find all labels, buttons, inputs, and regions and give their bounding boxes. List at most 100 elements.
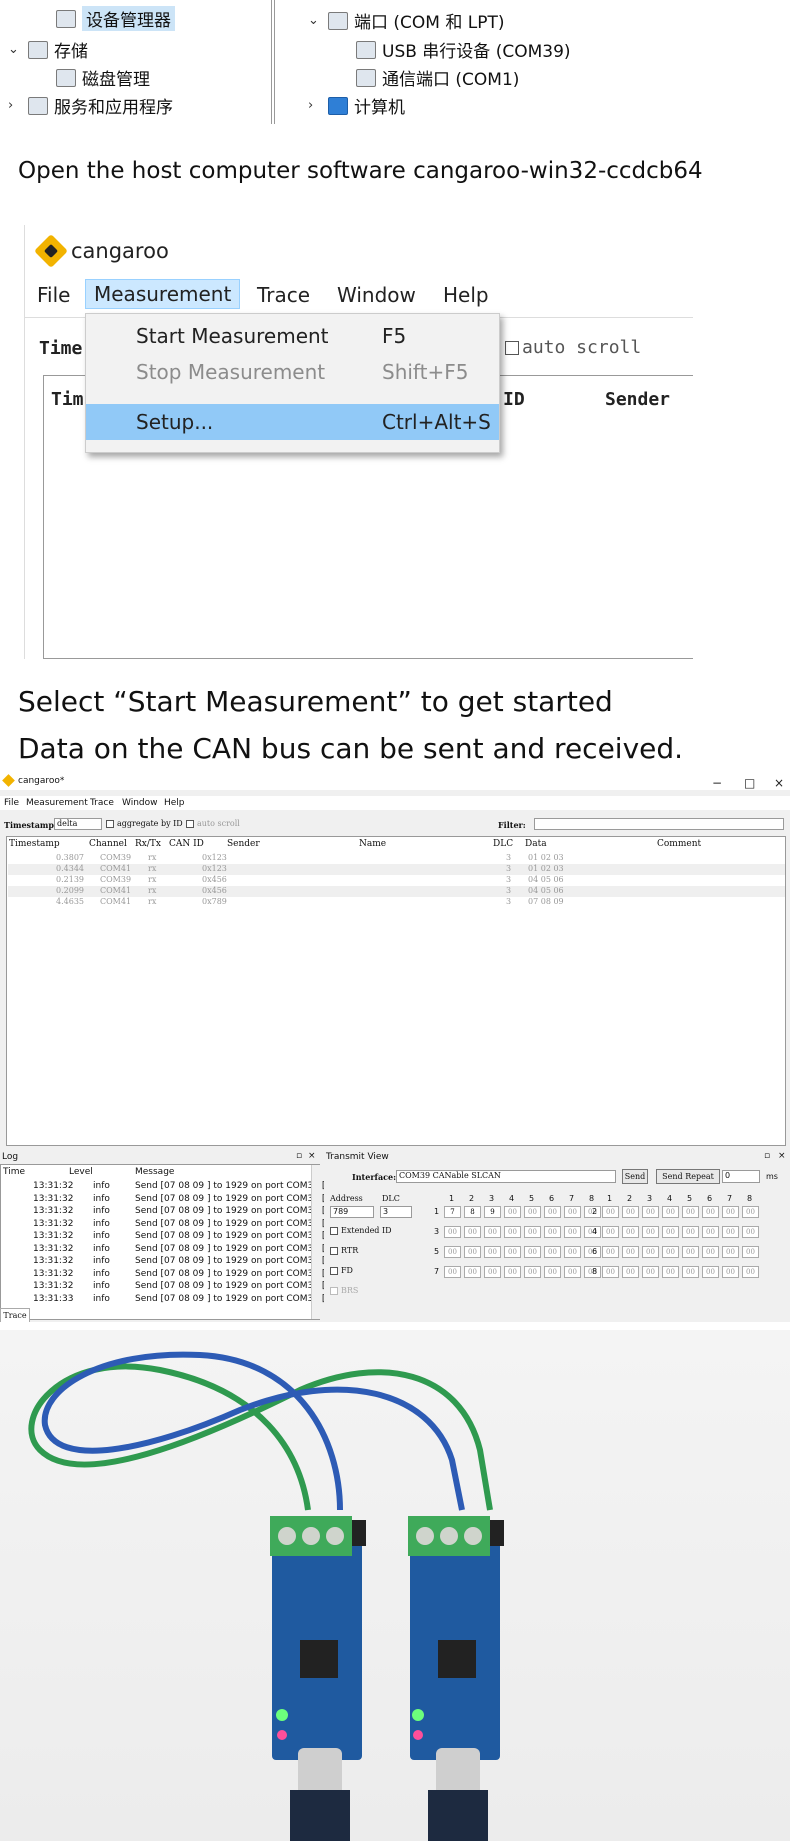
byte-cell[interactable]: 00 bbox=[662, 1266, 679, 1278]
byte-cell[interactable]: 00 bbox=[722, 1246, 739, 1258]
tree-item-com1[interactable]: 通信端口 (COM1) bbox=[356, 65, 519, 90]
chevron-right-icon[interactable]: › bbox=[308, 98, 322, 113]
timestamps-select[interactable]: delta bbox=[54, 818, 102, 830]
log-row[interactable]: 13:31:33 info Send [07 08 09 ] to 1929 on … bbox=[1, 1294, 334, 1307]
byte-cell[interactable]: 00 bbox=[484, 1266, 501, 1278]
table-row[interactable]: 0.4344 COM41 rx 0x123 3 01 02 03 bbox=[8, 864, 785, 875]
column-header[interactable]: DLC bbox=[493, 839, 513, 849]
byte-cell[interactable]: 00 bbox=[564, 1226, 581, 1238]
menu-window[interactable]: Window bbox=[337, 283, 416, 307]
close-icon[interactable]: × bbox=[778, 1151, 786, 1161]
byte-cell[interactable]: 9 bbox=[484, 1206, 501, 1218]
byte-cell[interactable]: 00 bbox=[682, 1226, 699, 1238]
address-input[interactable]: 789 bbox=[330, 1206, 374, 1218]
log-row[interactable]: 13:31:32 info Send [07 08 09 ] to 1929 on … bbox=[1, 1194, 334, 1207]
byte-cell[interactable]: 7 bbox=[444, 1206, 461, 1218]
close-icon[interactable]: × bbox=[774, 776, 784, 790]
byte-cell[interactable]: 00 bbox=[602, 1246, 619, 1258]
send-repeat-button[interactable]: Send Repeat bbox=[656, 1169, 720, 1184]
byte-cell[interactable]: 00 bbox=[444, 1226, 461, 1238]
menu-trace[interactable]: Trace bbox=[90, 798, 114, 808]
close-icon[interactable]: × bbox=[308, 1151, 316, 1161]
tab-trace[interactable]: Trace bbox=[0, 1308, 30, 1322]
dlc-select[interactable]: 3 bbox=[380, 1206, 412, 1218]
byte-cell[interactable]: 00 bbox=[722, 1226, 739, 1238]
column-header[interactable]: CAN ID bbox=[169, 839, 204, 849]
byte-cell[interactable]: 00 bbox=[524, 1266, 541, 1278]
log-row[interactable]: 13:31:32 info Send [07 08 09 ] to 1929 on … bbox=[1, 1206, 334, 1219]
chevron-down-icon[interactable]: ⌄ bbox=[308, 13, 322, 28]
byte-cell[interactable]: 00 bbox=[564, 1206, 581, 1218]
menu-trace[interactable]: Trace bbox=[257, 283, 310, 307]
checkbox-icon[interactable] bbox=[186, 820, 194, 828]
table-row[interactable]: 4.4635 COM41 rx 0x789 3 07 08 09 bbox=[8, 897, 785, 908]
column-header[interactable]: Channel bbox=[89, 839, 127, 849]
menu-help[interactable]: Help bbox=[443, 283, 489, 307]
byte-cell[interactable]: 00 bbox=[524, 1246, 541, 1258]
byte-cell[interactable]: 00 bbox=[602, 1226, 619, 1238]
interface-select[interactable]: COM39 CANable SLCAN bbox=[396, 1170, 616, 1183]
byte-cell[interactable]: 00 bbox=[642, 1266, 659, 1278]
byte-cell[interactable]: 00 bbox=[742, 1206, 759, 1218]
byte-cell[interactable]: 8 bbox=[464, 1206, 481, 1218]
log-row[interactable]: 13:31:32 info Send [07 08 09 ] to 1929 on … bbox=[1, 1244, 334, 1257]
byte-cell[interactable]: 00 bbox=[444, 1246, 461, 1258]
pane-divider[interactable] bbox=[271, 0, 275, 124]
table-row[interactable]: 0.3807 COM39 rx 0x123 3 01 02 03 bbox=[8, 853, 785, 864]
byte-cell[interactable]: 00 bbox=[702, 1246, 719, 1258]
byte-cell[interactable]: 00 bbox=[662, 1226, 679, 1238]
log-row[interactable]: 13:31:32 info Send [07 08 09 ] to 1929 on … bbox=[1, 1231, 334, 1244]
log-row[interactable]: 13:31:32 info Send [07 08 09 ] to 1929 on … bbox=[1, 1181, 334, 1194]
byte-cell[interactable]: 00 bbox=[702, 1206, 719, 1218]
filter-input[interactable] bbox=[534, 818, 784, 830]
checkbox-icon[interactable] bbox=[330, 1267, 338, 1275]
byte-cell[interactable]: 00 bbox=[602, 1206, 619, 1218]
byte-cell[interactable]: 00 bbox=[642, 1246, 659, 1258]
byte-cell[interactable]: 00 bbox=[662, 1206, 679, 1218]
byte-cell[interactable]: 00 bbox=[444, 1266, 461, 1278]
column-header[interactable]: Name bbox=[359, 839, 386, 849]
byte-cell[interactable]: 00 bbox=[504, 1266, 521, 1278]
byte-cell[interactable]: 00 bbox=[702, 1266, 719, 1278]
byte-cell[interactable]: 00 bbox=[464, 1266, 481, 1278]
minimize-icon[interactable]: − bbox=[712, 776, 722, 790]
byte-cell[interactable]: 00 bbox=[544, 1266, 561, 1278]
byte-cell[interactable]: 00 bbox=[662, 1246, 679, 1258]
byte-cell[interactable]: 00 bbox=[742, 1266, 759, 1278]
repeat-interval-input[interactable]: 0 bbox=[722, 1170, 760, 1183]
byte-cell[interactable]: 00 bbox=[504, 1246, 521, 1258]
menu-file[interactable]: File bbox=[37, 283, 70, 307]
checkbox-icon[interactable] bbox=[330, 1247, 338, 1255]
menu-measurement[interactable]: Measurement bbox=[85, 279, 241, 309]
tree-item-storage[interactable]: ⌄ 存储 bbox=[8, 37, 88, 62]
tree-item-ports[interactable]: ⌄ 端口 (COM 和 LPT) bbox=[308, 8, 505, 33]
rtr-checkbox[interactable]: RTR bbox=[330, 1246, 358, 1255]
byte-cell[interactable]: 00 bbox=[722, 1266, 739, 1278]
auto-scroll-checkbox[interactable] bbox=[505, 341, 519, 355]
tree-item-device-manager[interactable]: 设备管理器 bbox=[56, 6, 175, 31]
tree-item-computer[interactable]: › 计算机 bbox=[308, 93, 405, 118]
byte-cell[interactable]: 00 bbox=[464, 1226, 481, 1238]
column-header[interactable]: Rx/Tx bbox=[135, 839, 161, 849]
byte-cell[interactable]: 00 bbox=[742, 1226, 759, 1238]
menu-item-setup[interactable]: Setup... Ctrl+Alt+S bbox=[86, 404, 499, 440]
auto-scroll-checkbox[interactable]: auto scroll bbox=[186, 819, 240, 828]
byte-cell[interactable]: 00 bbox=[544, 1246, 561, 1258]
chevron-right-icon[interactable]: › bbox=[8, 98, 22, 113]
byte-cell[interactable]: 00 bbox=[504, 1206, 521, 1218]
extended-id-checkbox[interactable]: Extended ID bbox=[330, 1226, 392, 1235]
byte-cell[interactable]: 00 bbox=[544, 1206, 561, 1218]
log-row[interactable]: 13:31:32 info Send [07 08 09 ] to 1929 on … bbox=[1, 1281, 334, 1294]
byte-cell[interactable]: 00 bbox=[484, 1246, 501, 1258]
auto-scroll-label[interactable]: auto scroll bbox=[505, 337, 641, 358]
menu-file[interactable]: File bbox=[4, 798, 19, 808]
byte-cell[interactable]: 00 bbox=[622, 1226, 639, 1238]
chevron-down-icon[interactable]: ⌄ bbox=[8, 42, 22, 57]
byte-cell[interactable]: 00 bbox=[484, 1226, 501, 1238]
aggregate-checkbox[interactable]: aggregate by ID bbox=[106, 819, 183, 828]
byte-cell[interactable]: 00 bbox=[524, 1206, 541, 1218]
menu-window[interactable]: Window bbox=[122, 798, 158, 808]
byte-cell[interactable]: 00 bbox=[682, 1206, 699, 1218]
byte-cell[interactable]: 00 bbox=[642, 1226, 659, 1238]
menu-item-start-measurement[interactable]: Start Measurement F5 bbox=[86, 318, 499, 354]
